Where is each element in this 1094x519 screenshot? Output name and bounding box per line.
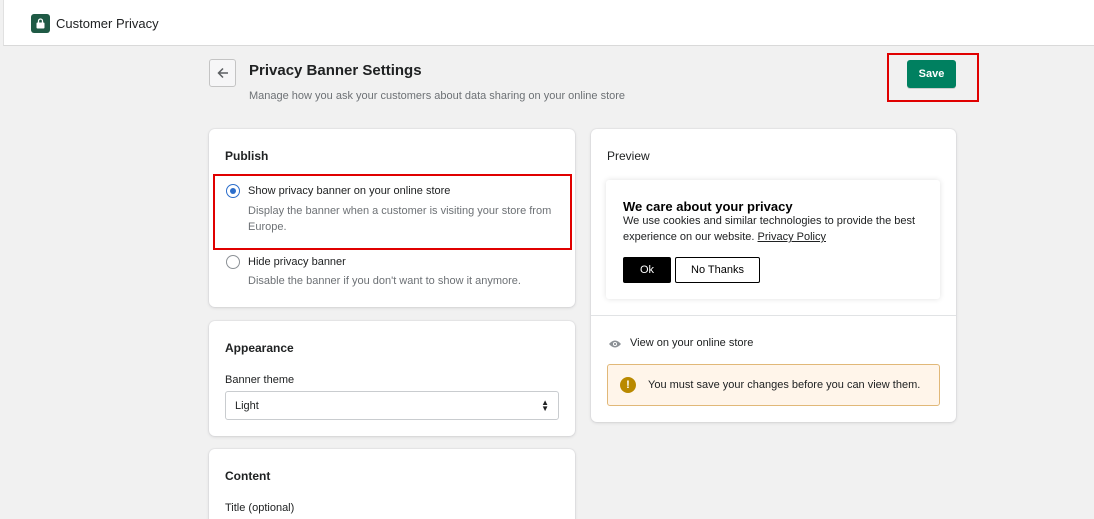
top-bar: Customer Privacy: [3, 0, 1094, 46]
preview-title: Preview: [607, 149, 650, 163]
content-card: Content Title (optional): [209, 449, 575, 519]
page-title: Privacy Banner Settings: [249, 62, 422, 79]
appearance-title: Appearance: [225, 341, 294, 355]
warning-icon: !: [620, 377, 636, 393]
banner-text: We use cookies and similar technologies …: [623, 213, 933, 245]
page-subtitle: Manage how you ask your customers about …: [249, 90, 626, 102]
arrow-left-icon: [216, 67, 228, 79]
back-button[interactable]: [209, 59, 236, 87]
ok-button[interactable]: Ok: [623, 257, 671, 283]
save-notice-banner: ! You must save your changes before you …: [607, 364, 940, 406]
banner-heading: We care about your privacy: [623, 199, 793, 214]
divider: [591, 315, 956, 316]
publish-title: Publish: [225, 149, 269, 163]
banner-theme-select[interactable]: Light ▲ ▼: [225, 391, 559, 420]
lock-bag-icon: [31, 14, 50, 33]
title-field-label: Title (optional): [225, 502, 295, 514]
hide-banner-help: Disable the banner if you don't want to …: [248, 275, 521, 287]
hide-banner-label[interactable]: Hide privacy banner: [248, 256, 346, 268]
select-arrows-icon: ▲ ▼: [541, 398, 549, 413]
show-banner-highlight-box: [213, 174, 572, 250]
content-title: Content: [225, 469, 271, 483]
save-highlight-box: [887, 53, 979, 102]
eye-icon: [609, 340, 621, 348]
app-title: Customer Privacy: [56, 16, 159, 31]
banner-theme-label: Banner theme: [225, 374, 295, 386]
privacy-banner-preview: We care about your privacy We use cookie…: [606, 180, 940, 299]
no-thanks-button[interactable]: No Thanks: [675, 257, 760, 283]
view-online-store-link[interactable]: View on your online store: [630, 337, 753, 349]
notice-text: You must save your changes before you ca…: [648, 379, 921, 391]
banner-theme-value: Light: [235, 400, 259, 412]
hide-banner-radio[interactable]: [226, 255, 240, 269]
privacy-policy-link[interactable]: Privacy Policy: [758, 231, 826, 243]
